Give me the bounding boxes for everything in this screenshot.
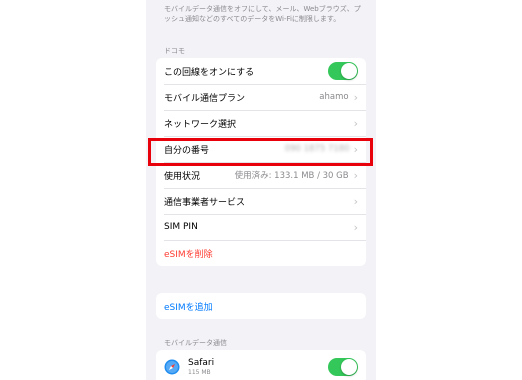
safari-icon [164,359,180,375]
mobile-data-footnote: モバイルデータ通信をオフにして、メール、Webブラウズ、プッシュ通知などのすべて… [164,5,361,23]
add-esim-row[interactable]: eSIMを追加 [156,293,366,319]
line-on-row: この回線をオンにする [156,58,366,84]
chevron-right-icon: › [353,220,358,234]
delete-esim-button[interactable]: eSIMを削除 [164,247,358,260]
plan-value: ahamo [319,92,349,102]
usage-label: 使用状況 [164,171,201,182]
highlight-box [148,138,373,166]
carrier-services-label: 通信事業者サービス [164,197,246,208]
network-selection-row[interactable]: ネットワーク選択 › [156,110,366,136]
app-name: Safari [188,358,215,368]
app-text: Safari 115 MB [188,358,328,376]
cellular-settings-screen: モバイルデータ通信をオフにして、メール、Webブラウズ、プッシュ通知などのすべて… [146,0,376,380]
carrier-services-row[interactable]: 通信事業者サービス › [156,188,366,214]
safari-data-toggle[interactable] [328,358,358,376]
toggle-knob [341,359,357,375]
line-on-label: この回線をオンにする [164,67,255,78]
chevron-right-icon: › [353,90,358,104]
mobile-data-section-header: モバイルデータ通信 [164,339,227,347]
plan-row[interactable]: モバイル通信プラン ahamo › [156,84,366,110]
add-esim-button[interactable]: eSIMを追加 [164,300,358,313]
carrier-section-header: ドコモ [164,47,185,55]
chevron-right-icon: › [353,116,358,130]
chevron-right-icon: › [353,194,358,208]
toggle-knob [341,63,357,79]
plan-label: モバイル通信プラン [164,93,246,104]
add-esim-group: eSIMを追加 [156,293,366,319]
delete-esim-row[interactable]: eSIMを削除 [156,240,366,266]
network-selection-label: ネットワーク選択 [164,119,237,130]
line-on-toggle[interactable] [328,62,358,80]
app-row-safari: Safari 115 MB [156,350,366,380]
sim-pin-row[interactable]: SIM PIN › [156,214,366,240]
sim-pin-label: SIM PIN [164,222,198,232]
usage-value: 使用済み: 133.1 MB / 30 GB [234,171,349,181]
app-size: 115 MB [188,369,211,376]
chevron-right-icon: › [353,168,358,182]
app-data-group: Safari 115 MB [156,350,366,380]
